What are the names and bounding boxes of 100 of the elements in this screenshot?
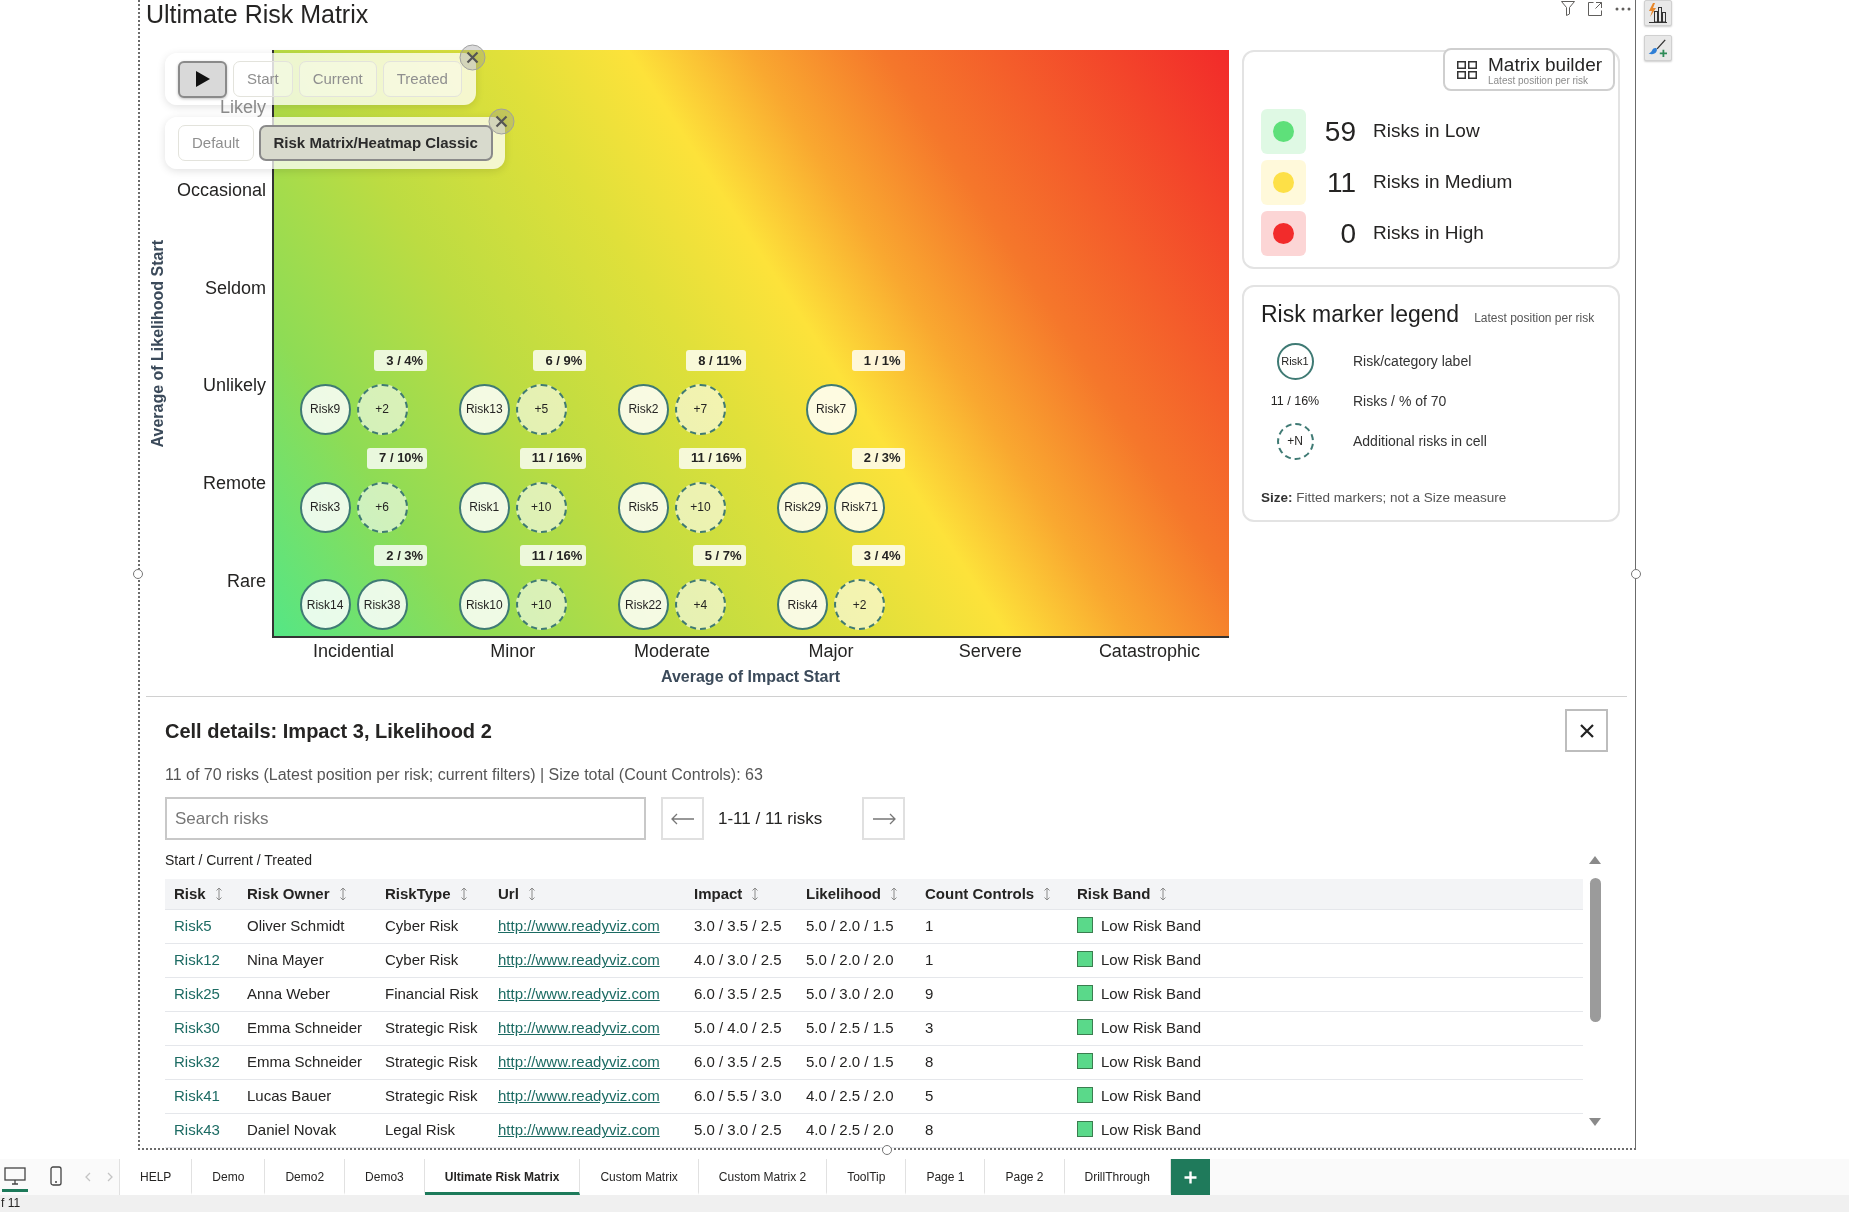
search-field[interactable]: Search risks xyxy=(165,797,646,840)
scrollbar-thumb[interactable] xyxy=(1589,878,1601,1022)
pager-label: 1-11 / 11 risks xyxy=(718,807,823,830)
page-tab[interactable]: Ultimate Risk Matrix xyxy=(424,1159,581,1195)
next-page-button[interactable] xyxy=(862,797,906,840)
column-header[interactable]: Risk Owner xyxy=(247,882,347,906)
table-cell-text: 6.0 / 5.5 / 3.0 xyxy=(693,1086,783,1107)
more-risks-marker[interactable]: +7 xyxy=(674,384,726,435)
risk-marker[interactable]: Risk4 xyxy=(777,579,829,631)
sample-risk-marker: Risk1 xyxy=(1276,342,1314,380)
column-header[interactable]: Url xyxy=(498,882,536,906)
matrix-builder-button[interactable]: Matrix builder Latest position per risk xyxy=(1443,48,1615,91)
page-tab[interactable]: ToolTip xyxy=(827,1159,907,1195)
url-link[interactable]: http://www.readyviz.com xyxy=(498,1053,660,1071)
focus-mode-icon[interactable] xyxy=(1588,1,1602,16)
table-cell-text: 1 xyxy=(924,950,935,971)
page-tab[interactable]: Page 2 xyxy=(985,1159,1065,1195)
add-page-button[interactable] xyxy=(1170,1159,1210,1195)
url-link[interactable]: http://www.readyviz.com xyxy=(498,1087,660,1105)
scroll-up-icon[interactable] xyxy=(1589,856,1601,864)
risk-marker[interactable]: Risk9 xyxy=(299,384,351,435)
risk-link[interactable]: Risk41 xyxy=(174,1087,220,1105)
previous-page-button[interactable] xyxy=(661,797,704,840)
column-header[interactable]: Risk Band xyxy=(1077,882,1168,906)
scroll-down-icon[interactable] xyxy=(1589,1118,1601,1126)
url-link[interactable]: http://www.readyviz.com xyxy=(498,1019,660,1037)
column-header[interactable]: Impact xyxy=(694,882,760,906)
url-link[interactable]: http://www.readyviz.com xyxy=(498,917,660,935)
resize-handle-icon[interactable] xyxy=(1631,569,1641,579)
resize-handle-icon[interactable] xyxy=(882,1145,892,1155)
more-risks-marker[interactable]: +5 xyxy=(515,384,567,435)
sample-count-label: 11 / 16% xyxy=(1270,392,1320,410)
preset-button[interactable]: Risk Matrix/Heatmap Classic xyxy=(258,125,493,161)
table-cell-text: 8 xyxy=(924,1120,935,1141)
pane-toggle-button[interactable] xyxy=(1644,35,1672,61)
more-risks-marker[interactable]: +10 xyxy=(515,579,567,631)
risk-marker[interactable]: Risk13 xyxy=(458,384,510,435)
page-tab[interactable]: DrillThrough xyxy=(1064,1159,1171,1195)
arrow-left-icon xyxy=(670,812,695,825)
risk-marker[interactable]: Risk3 xyxy=(299,481,351,533)
more-risks-marker[interactable]: +2 xyxy=(356,384,408,435)
page-tab[interactable]: Demo xyxy=(192,1159,266,1195)
band-swatch-icon xyxy=(1077,916,1093,933)
url-link[interactable]: http://www.readyviz.com xyxy=(498,1121,660,1139)
count-badge: 3 / 4% xyxy=(851,545,905,567)
pane-toggle-button[interactable] xyxy=(1644,0,1672,26)
risk-marker[interactable]: Risk38 xyxy=(356,579,408,631)
column-header[interactable]: Risk xyxy=(174,882,223,906)
column-header[interactable]: RiskType xyxy=(385,882,468,906)
risk-marker[interactable]: Risk71 xyxy=(834,481,886,533)
play-button[interactable] xyxy=(178,60,227,98)
count-badge: 5 / 7% xyxy=(692,545,746,567)
risk-link[interactable]: Risk30 xyxy=(174,1019,220,1037)
risk-link[interactable]: Risk25 xyxy=(174,985,220,1003)
risk-marker[interactable]: Risk2 xyxy=(617,384,669,435)
page-tab[interactable]: Custom Matrix 2 xyxy=(698,1159,828,1195)
risk-marker[interactable]: Risk7 xyxy=(805,384,857,435)
column-header[interactable]: Count Controls xyxy=(925,882,1052,906)
table-cell-text: 1 xyxy=(924,916,935,937)
page-tab[interactable]: Page 1 xyxy=(906,1159,986,1195)
table-cell-text: Anna Weber xyxy=(246,984,332,1005)
url-link[interactable]: http://www.readyviz.com xyxy=(498,985,660,1003)
more-risks-marker[interactable]: +2 xyxy=(834,579,886,631)
risk-marker[interactable]: Risk1 xyxy=(458,481,510,533)
risk-marker[interactable]: Risk14 xyxy=(299,579,351,631)
table-cell-text: 3.0 / 3.5 / 2.5 xyxy=(693,916,783,937)
risk-count: 11 xyxy=(1325,166,1356,199)
risk-marker[interactable]: Risk29 xyxy=(777,481,829,533)
close-icon xyxy=(1579,723,1594,738)
table-cell-text: 4.0 / 2.5 / 2.0 xyxy=(805,1086,895,1107)
page-tab[interactable]: Demo2 xyxy=(265,1159,346,1195)
risk-link[interactable]: Risk12 xyxy=(174,951,220,969)
count-badge: 8 / 11% xyxy=(686,350,746,371)
y-axis-label: Likely xyxy=(219,97,266,116)
filter-icon[interactable] xyxy=(1561,1,1575,16)
risk-link[interactable]: Risk32 xyxy=(174,1053,220,1071)
legend-subtitle: Latest position per risk xyxy=(1474,310,1595,327)
more-options-icon[interactable] xyxy=(1615,6,1631,11)
more-risks-marker[interactable]: +4 xyxy=(674,579,726,631)
more-risks-marker[interactable]: +6 xyxy=(356,481,408,533)
risk-marker[interactable]: Risk10 xyxy=(458,579,510,631)
risk-link[interactable]: Risk5 xyxy=(174,917,212,935)
page-tab[interactable]: Demo3 xyxy=(345,1159,425,1195)
page-tab[interactable]: Custom Matrix xyxy=(580,1159,699,1195)
close-icon[interactable] xyxy=(487,108,515,135)
page-tab[interactable]: HELP xyxy=(120,1159,193,1195)
more-risks-marker[interactable]: +10 xyxy=(674,481,726,533)
close-icon[interactable] xyxy=(458,44,486,71)
more-risks-marker[interactable]: +10 xyxy=(515,481,567,533)
risk-marker[interactable]: Risk5 xyxy=(617,481,669,533)
column-header[interactable]: Likelihood xyxy=(806,882,898,906)
table-cell-text: Financial Risk xyxy=(384,984,480,1005)
risk-marker[interactable]: Risk22 xyxy=(617,579,669,631)
url-link[interactable]: http://www.readyviz.com xyxy=(498,951,660,969)
close-button[interactable] xyxy=(1565,709,1608,752)
count-badge: 7 / 10% xyxy=(367,447,428,469)
risk-link[interactable]: Risk43 xyxy=(174,1121,220,1139)
sort-icon xyxy=(527,887,536,901)
resize-handle-icon[interactable] xyxy=(133,569,143,579)
table-cell-text: 5.0 / 2.0 / 1.5 xyxy=(805,1052,895,1073)
